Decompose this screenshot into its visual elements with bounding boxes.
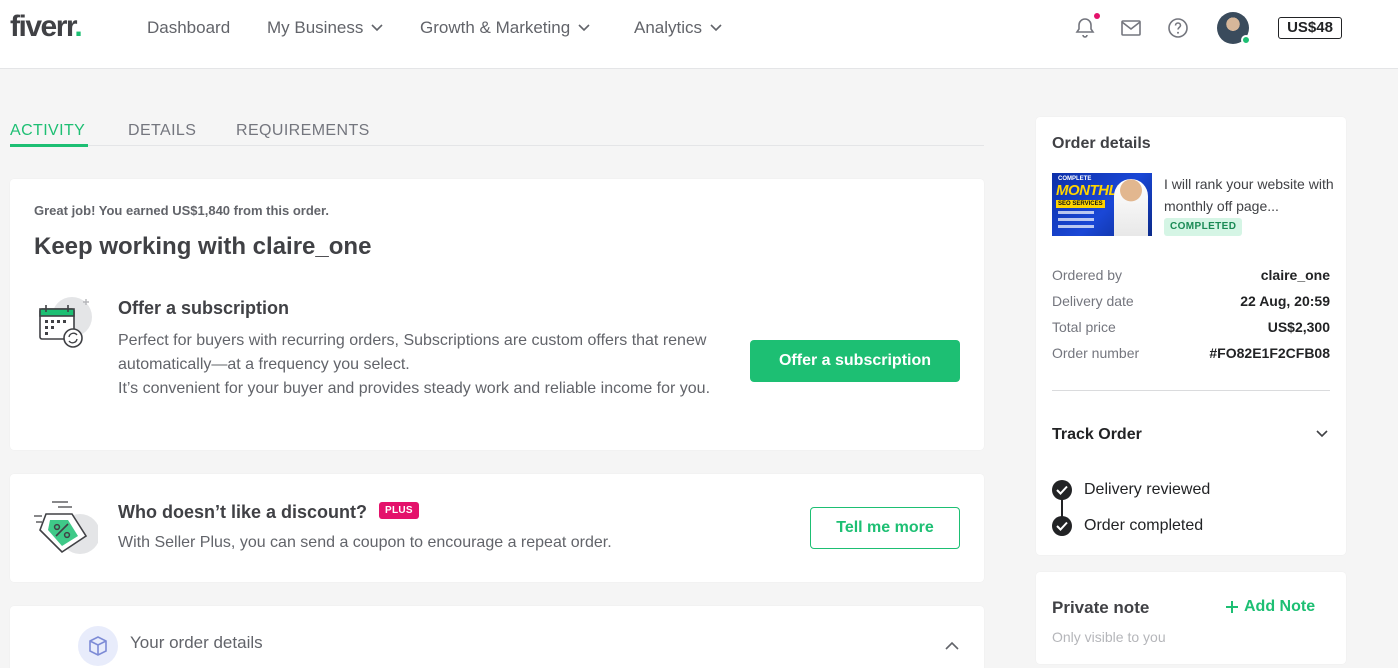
fiverr-logo[interactable]: fiverr. [10,10,83,44]
track-step-delivery-reviewed: Delivery reviewed [1084,481,1211,498]
row-value: US$2,300 [1267,319,1330,335]
row-key: Order number [1052,345,1140,361]
nav-analytics[interactable]: Analytics [634,16,722,40]
offer-subscription-title: Offer a subscription [118,298,290,318]
your-order-details-title: Your order details [130,633,263,652]
chevron-down-icon [710,24,722,32]
nav-my-business-label: My Business [267,18,364,37]
gig-thumb-line-3: SEO SERVICES [1056,200,1105,208]
private-note-subtitle: Only visible to you [1052,629,1166,645]
plus-icon [1226,601,1238,613]
offer-subscription-button[interactable]: Offer a subscription [750,340,960,382]
check-circle-icon [1052,480,1072,500]
balance-badge[interactable]: US$48 [1278,17,1342,39]
row-key: Ordered by [1052,267,1123,283]
mail-icon[interactable] [1119,16,1143,40]
top-navigation: fiverr. Dashboard My Business Growth & M… [0,0,1398,69]
notification-dot [1094,13,1100,19]
chevron-down-icon [578,24,590,32]
tell-me-more-button[interactable]: Tell me more [810,507,960,549]
online-status-dot [1241,35,1251,45]
offer-desc-line-1: Perfect for buyers with recurring orders… [118,332,707,373]
tab-details[interactable]: Details [128,122,196,140]
chevron-up-icon[interactable] [945,641,959,651]
order-box-icon [78,626,118,666]
status-badge: COMPLETED [1164,218,1243,236]
thumb-bullet-line [1058,211,1094,214]
row-value: 22 Aug, 20:59 [1240,293,1330,309]
chevron-down-icon[interactable] [1316,430,1328,438]
tab-requirements[interactable]: Requirements [236,122,370,140]
row-value: #FO82E1F2CFB08 [1209,345,1330,361]
your-order-details-card[interactable]: Your order details [10,606,984,668]
nav-growth-marketing[interactable]: Growth & Marketing [420,16,590,40]
divider [1052,390,1330,391]
delivery-date-row: Delivery date 22 Aug, 20:59 [1052,293,1330,313]
active-tab-indicator [10,144,88,147]
discount-tag-icon [34,501,98,554]
row-value: claire_one [1260,267,1330,283]
row-key: Total price [1052,319,1116,335]
order-details-title: Order details [1052,135,1151,152]
gig-thumbnail[interactable]: COMPLETE MONTHLY SEO SERVICES [1052,173,1152,236]
track-order-title[interactable]: Track Order [1052,426,1142,444]
tab-activity[interactable]: Activity [10,122,85,140]
offer-desc-line-2: It’s convenient for your buyer and provi… [118,380,711,397]
discount-card: Who doesn’t like a discount? PLUS With S… [10,474,984,582]
thumb-bullet-line [1058,218,1094,221]
track-step-order-completed: Order completed [1084,517,1204,534]
row-key: Delivery date [1052,293,1134,309]
keep-working-card: Great job! You earned US$1,840 from this… [10,179,984,450]
nav-growth-marketing-label: Growth & Marketing [420,18,571,37]
keep-working-title: Keep working with claire_one [34,233,372,260]
add-note-label: Add Note [1244,598,1316,615]
private-note-panel: Private note Add Note Only visible to yo… [1036,572,1346,664]
gig-thumb-person [1114,179,1148,236]
nav-analytics-label: Analytics [634,18,703,37]
discount-title: Who doesn’t like a discount? [118,502,368,522]
gig-title[interactable]: I will rank your website with monthly of… [1164,173,1334,217]
order-details-panel: Order details COMPLETE MONTHLY SEO SERVI… [1036,117,1346,555]
help-icon[interactable] [1166,16,1190,40]
chevron-down-icon [371,24,383,32]
seller-plus-badge: PLUS [379,502,419,519]
subscription-calendar-icon [39,297,92,348]
earned-message: Great job! You earned US$1,840 from this… [34,203,329,218]
order-tabs: Activity Details Requirements [10,118,984,147]
ordered-by-row: Ordered by claire_one [1052,267,1330,287]
check-circle-icon [1052,516,1072,536]
order-number-row: Order number #FO82E1F2CFB08 [1052,345,1330,365]
nav-dashboard[interactable]: Dashboard [147,16,230,40]
bell-icon[interactable] [1073,16,1097,40]
private-note-title: Private note [1052,598,1150,617]
offer-subscription-description: Perfect for buyers with recurring orders… [118,329,718,401]
add-note-button[interactable]: Add Note [1226,598,1315,616]
total-price-row: Total price US$2,300 [1052,319,1330,339]
discount-description: With Seller Plus, you can send a coupon … [118,534,612,551]
nav-my-business[interactable]: My Business [267,16,383,40]
nav-dashboard-label: Dashboard [147,18,231,37]
thumb-bullet-line [1058,225,1094,228]
